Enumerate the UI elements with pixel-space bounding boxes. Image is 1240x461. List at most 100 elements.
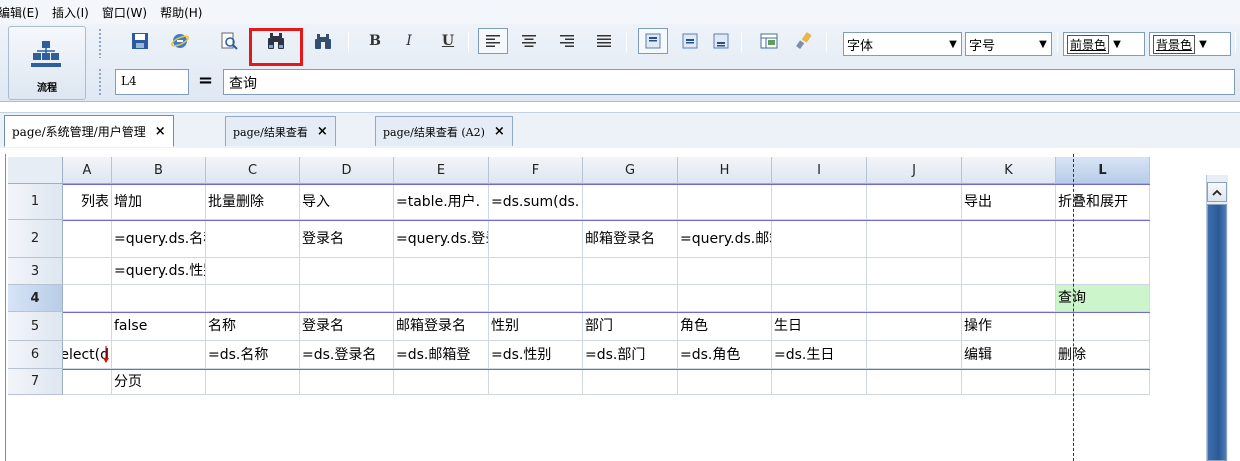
cell-h7[interactable] xyxy=(678,369,772,395)
background-color-select[interactable]: 背景色 ▼ xyxy=(1149,32,1231,56)
cell-a3[interactable] xyxy=(63,258,112,285)
format-brush-button[interactable] xyxy=(789,28,819,54)
cell-h1[interactable] xyxy=(678,184,772,220)
cell-j1[interactable] xyxy=(867,184,962,220)
cell-i1[interactable] xyxy=(772,184,867,220)
font-family-select[interactable]: 字体 ▼ xyxy=(843,32,962,56)
merge-cells-button[interactable] xyxy=(754,28,784,54)
valign-top-button[interactable] xyxy=(638,28,668,54)
cell-k6[interactable]: 编辑 xyxy=(962,341,1056,369)
cell-c4[interactable] xyxy=(206,285,300,312)
cell-j5[interactable] xyxy=(867,312,962,341)
row-header-2[interactable]: 2 xyxy=(8,220,63,258)
cell-reference-box[interactable]: L4 xyxy=(115,69,189,95)
column-header-k[interactable]: K xyxy=(962,157,1056,184)
cell-a4[interactable] xyxy=(63,285,112,312)
column-header-j[interactable]: J xyxy=(867,157,962,184)
formula-input[interactable]: 查询 xyxy=(223,69,1235,95)
cell-h2[interactable]: =query.ds.邮箱登录名 xyxy=(678,220,772,258)
align-right-button[interactable] xyxy=(552,28,582,54)
cell-l2[interactable] xyxy=(1056,220,1150,258)
cell-h4[interactable] xyxy=(678,285,772,312)
save-button[interactable] xyxy=(125,28,155,54)
cell-d6[interactable]: =ds.登录名 xyxy=(300,341,394,369)
menu-edit[interactable]: 编辑(E) xyxy=(0,4,45,21)
cell-e6[interactable]: =ds.邮箱登 xyxy=(394,341,489,369)
cell-l5[interactable] xyxy=(1056,312,1150,341)
cell-d2[interactable]: 登录名 xyxy=(300,220,394,258)
cell-e7[interactable] xyxy=(394,369,489,395)
valign-middle-button[interactable] xyxy=(675,28,705,54)
cell-e4[interactable] xyxy=(394,285,489,312)
align-left-button[interactable] xyxy=(478,28,508,54)
column-header-c[interactable]: C xyxy=(206,157,300,184)
foreground-color-select[interactable]: 前景色 ▼ xyxy=(1063,32,1145,56)
row-header-3[interactable]: 3 xyxy=(8,258,63,285)
cell-j3[interactable] xyxy=(867,258,962,285)
web-preview-button[interactable] xyxy=(165,28,195,54)
cell-f3[interactable] xyxy=(489,258,583,285)
column-header-b[interactable]: B xyxy=(112,157,206,184)
menu-window[interactable]: 窗口(W) xyxy=(102,4,153,21)
menu-help[interactable]: 帮助(H) xyxy=(160,4,208,21)
cell-d4[interactable] xyxy=(300,285,394,312)
cell-i7[interactable] xyxy=(772,369,867,395)
bold-button[interactable]: B xyxy=(360,28,390,54)
row-header-6[interactable]: 6 xyxy=(8,341,63,369)
cell-l3[interactable] xyxy=(1056,258,1150,285)
cell-d7[interactable] xyxy=(300,369,394,395)
align-center-button[interactable] xyxy=(514,28,544,54)
cell-g5[interactable]: 部门 xyxy=(583,312,678,341)
cell-a2[interactable] xyxy=(63,220,112,258)
menu-insert[interactable]: 插入(I) xyxy=(52,4,95,21)
cell-b3[interactable]: =query.ds.性别 xyxy=(112,258,206,285)
cell-b2[interactable]: =query.ds.名称 xyxy=(112,220,206,258)
scroll-up-button[interactable] xyxy=(1207,182,1227,202)
cell-h6[interactable]: =ds.角色 xyxy=(678,341,772,369)
cell-i6[interactable]: =ds.生日 xyxy=(772,341,867,369)
cell-e2[interactable]: =query.ds.登录名 xyxy=(394,220,489,258)
cell-k3[interactable] xyxy=(962,258,1056,285)
column-header-e[interactable]: E xyxy=(394,157,489,184)
cell-i5[interactable]: 生日 xyxy=(772,312,867,341)
column-header-a[interactable]: A xyxy=(63,157,112,184)
cell-d3[interactable] xyxy=(300,258,394,285)
cell-b1[interactable]: 增加 xyxy=(112,184,206,220)
select-all-corner[interactable] xyxy=(8,157,63,184)
cell-g2[interactable]: 邮箱登录名 xyxy=(583,220,678,258)
cell-i2[interactable] xyxy=(772,220,867,258)
cell-j2[interactable] xyxy=(867,220,962,258)
cell-l7[interactable] xyxy=(1056,369,1150,395)
cell-c6[interactable]: =ds.名称 xyxy=(206,341,300,369)
cell-g1[interactable] xyxy=(583,184,678,220)
close-icon[interactable]: × xyxy=(317,124,328,139)
cell-e1[interactable]: =table.用户. xyxy=(394,184,489,220)
cell-c3[interactable] xyxy=(206,258,300,285)
column-header-i[interactable]: I xyxy=(772,157,867,184)
cell-d1[interactable]: 导入 xyxy=(300,184,394,220)
cell-a1[interactable]: 列表 xyxy=(63,184,112,220)
column-header-l[interactable]: L xyxy=(1056,157,1150,184)
cell-g3[interactable] xyxy=(583,258,678,285)
cell-c7[interactable] xyxy=(206,369,300,395)
cell-k2[interactable] xyxy=(962,220,1056,258)
cell-e3[interactable] xyxy=(394,258,489,285)
cell-k1[interactable]: 导出 xyxy=(962,184,1056,220)
cell-b6[interactable] xyxy=(112,341,206,369)
tab-result-view[interactable]: page/结果查看 × xyxy=(225,116,336,146)
cell-f2[interactable] xyxy=(489,220,583,258)
cell-k4[interactable] xyxy=(962,285,1056,312)
cell-k7[interactable] xyxy=(962,369,1056,395)
print-preview-button[interactable] xyxy=(214,28,244,54)
cell-a7[interactable] xyxy=(63,369,112,395)
scroll-thumb[interactable] xyxy=(1207,204,1227,461)
cell-b4[interactable] xyxy=(112,285,206,312)
valign-bottom-button[interactable] xyxy=(706,28,736,54)
cell-a5[interactable] xyxy=(63,312,112,341)
cell-h3[interactable] xyxy=(678,258,772,285)
cell-l6[interactable]: 删除 xyxy=(1056,341,1150,369)
cell-c2[interactable] xyxy=(206,220,300,258)
tab-user-management[interactable]: page/系统管理/用户管理 × xyxy=(4,115,174,147)
cell-d5[interactable]: 登录名 xyxy=(300,312,394,341)
column-header-h[interactable]: H xyxy=(678,157,772,184)
